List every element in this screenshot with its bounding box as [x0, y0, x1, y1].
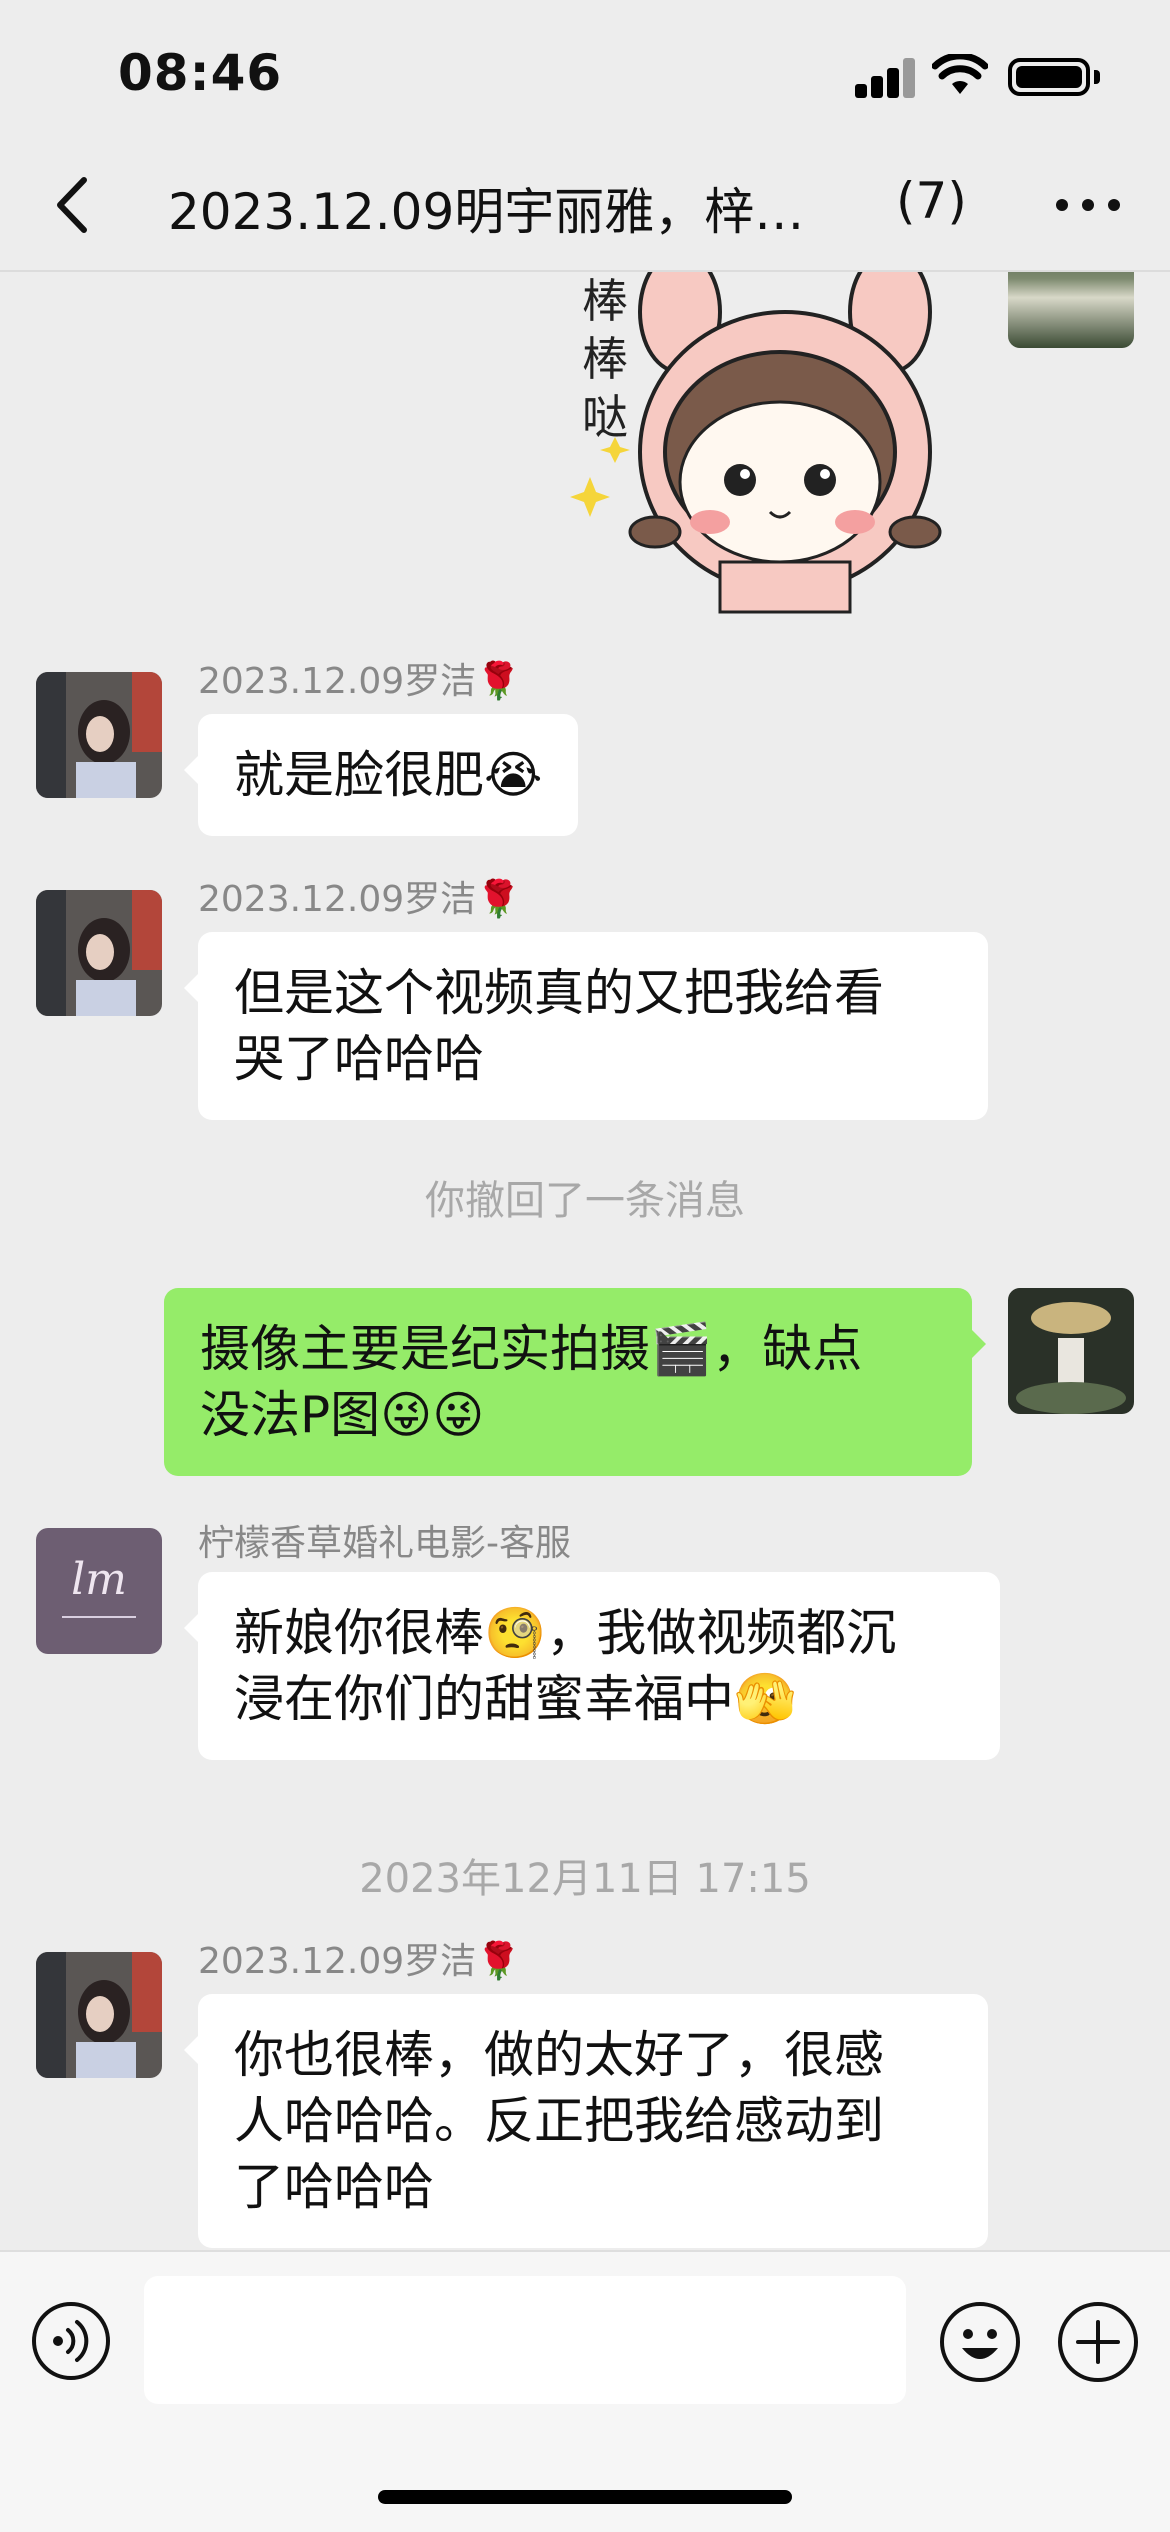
member-count: (7) — [896, 172, 967, 230]
nav-bar: 2023.12.09明宇丽雅，梓… (7) — [0, 140, 1170, 272]
message-line: 就是脸很肥😭 — [234, 746, 543, 804]
avatar-luojie[interactable] — [36, 1952, 162, 2078]
service-logo: lm — [71, 1554, 127, 1605]
self-avatar[interactable] — [1008, 1288, 1134, 1414]
chat-area[interactable]: 棒棒哒 2023.12.09罗洁🌹 就是脸很肥😭 2023.12.09罗洁🌹 但… — [0, 272, 1170, 2250]
message-line: 了哈哈哈 — [234, 2158, 434, 2216]
signal-icon — [855, 58, 917, 98]
message-bubble[interactable]: 但是这个视频真的又把我给看 哭了哈哈哈 — [184, 932, 988, 1120]
avatar-luojie-photo — [36, 890, 162, 1016]
status-time: 08:46 — [118, 44, 283, 102]
sender-name: 柠檬香草婚礼电影-客服 — [198, 1523, 571, 1564]
message-line: 但是这个视频真的又把我给看 — [234, 964, 884, 1022]
sticker-image[interactable]: 棒棒哒 — [570, 272, 970, 617]
avatar-luojie-photo — [36, 1952, 162, 2078]
self-avatar[interactable] — [1008, 272, 1134, 348]
message-bubble-self[interactable]: 摄像主要是纪实拍摄🎬，缺点 没法P图😜😜 — [164, 1288, 986, 1476]
message-line: 摄像主要是纪实拍摄🎬，缺点 — [200, 1320, 863, 1378]
voice-icon[interactable] — [30, 2300, 112, 2382]
sender-name: 2023.12.09罗洁🌹 — [198, 879, 521, 920]
input-bar — [0, 2250, 1170, 2532]
avatar-service[interactable]: lm — [36, 1528, 162, 1654]
back-button[interactable] — [40, 170, 110, 240]
system-message: 你撤回了一条消息 — [425, 1178, 745, 1224]
self-avatar-photo — [1008, 1288, 1134, 1414]
sender-name: 2023.12.09罗洁🌹 — [198, 1941, 521, 1982]
timestamp: 2023年12月11日 17:15 — [359, 1856, 811, 1902]
avatar-luojie-photo — [36, 672, 162, 798]
service-logo-underline — [62, 1616, 136, 1618]
battery-cap — [1094, 70, 1100, 84]
home-indicator — [378, 2490, 792, 2504]
message-input[interactable] — [144, 2276, 906, 2404]
battery-icon — [1008, 58, 1090, 96]
more-icon[interactable] — [1048, 180, 1128, 230]
message-line: 哭了哈哈哈 — [234, 1030, 484, 1088]
message-bubble[interactable]: 你也很棒，做的太好了，很感 人哈哈哈。反正把我给感动到 了哈哈哈 — [184, 1994, 988, 2248]
message-line: 人哈哈哈。反正把我给感动到 — [234, 2092, 884, 2150]
message-line: 浸在你们的甜蜜幸福中🫣 — [234, 1670, 797, 1728]
sticker-text: 棒棒哒 — [582, 274, 628, 444]
emoji-icon[interactable] — [938, 2300, 1022, 2384]
status-bar: 08:46 — [0, 0, 1170, 140]
message-line: 没法P图😜😜 — [200, 1386, 485, 1444]
plus-icon[interactable] — [1056, 2300, 1140, 2384]
message-bubble[interactable]: 新娘你很棒🧐，我做视频都沉 浸在你们的甜蜜幸福中🫣 — [184, 1572, 1000, 1760]
avatar-luojie[interactable] — [36, 890, 162, 1016]
sender-name: 2023.12.09罗洁🌹 — [198, 661, 521, 702]
message-line: 你也很棒，做的太好了，很感 — [234, 2026, 884, 2084]
wifi-icon — [932, 54, 988, 94]
avatar-luojie[interactable] — [36, 672, 162, 798]
message-bubble[interactable]: 就是脸很肥😭 — [183, 714, 579, 836]
chat-title[interactable]: 2023.12.09明宇丽雅，梓… — [168, 172, 848, 244]
message-line: 新娘你很棒🧐，我做视频都沉 — [234, 1604, 897, 1662]
